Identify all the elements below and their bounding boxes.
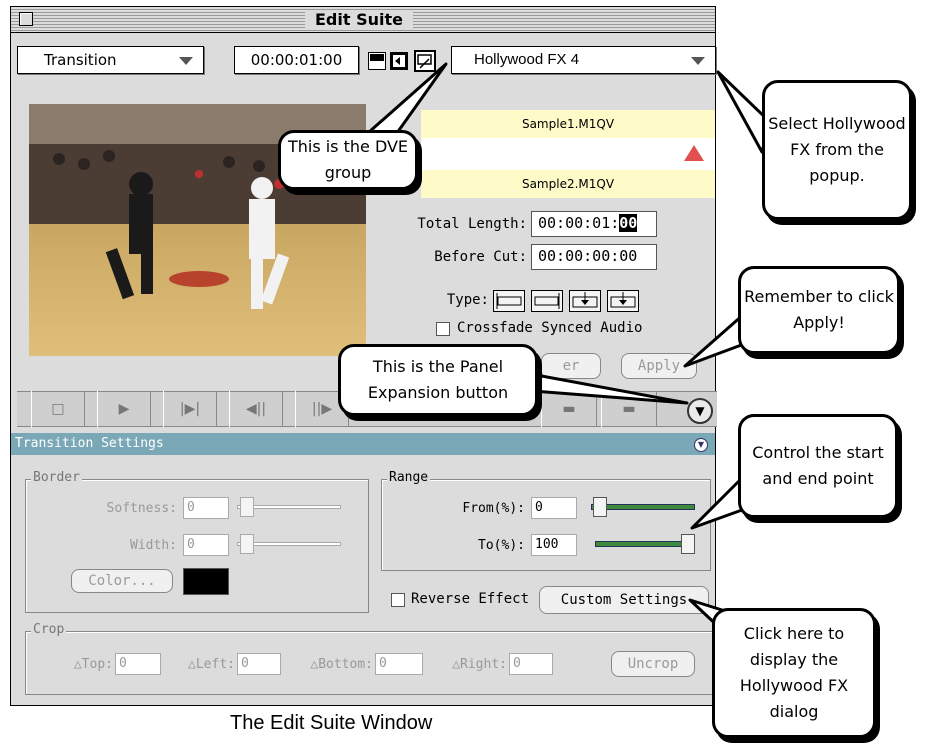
dve-callout-tail [358,62,448,142]
dve-callout: This is the DVE group [278,130,418,190]
apply-callout-tail [683,312,746,368]
popup-callout: Select Hollywood FX from the popup. [762,80,912,220]
custom-callout: Click here to display the Hollywood FX d… [712,608,876,738]
apply-callout: Remember to click Apply! [738,266,900,354]
range-callout-tail [690,476,744,530]
range-callout: Control the start and end point [738,414,898,518]
panel-callout-tail [518,370,689,405]
figure-caption: The Edit Suite Window [230,712,433,734]
panel-callout: This is the Panel Expansion button [338,344,538,416]
